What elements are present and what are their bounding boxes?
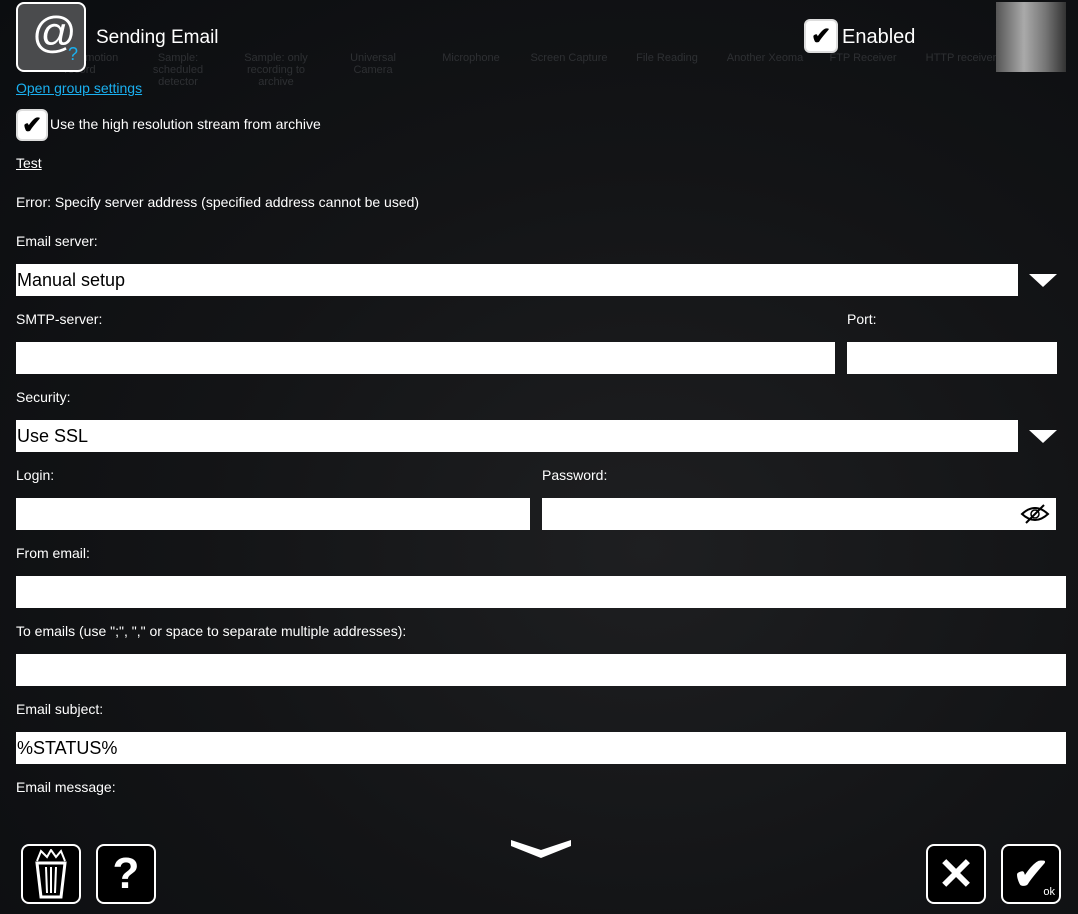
security-label: Security: — [16, 389, 71, 405]
to-emails-label: To emails (use ";", "," or space to sepa… — [16, 623, 407, 639]
scroll-down-chevron-icon[interactable] — [509, 836, 573, 860]
ghost-module: Sample: scheduled detector — [152, 52, 204, 88]
port-label: Port: — [847, 311, 877, 327]
ghost-module: Sample: only recording to archive — [244, 52, 308, 88]
module-title: Sending Email — [96, 27, 219, 48]
ghost-module: File Reading — [636, 52, 698, 64]
smtp-server-input[interactable] — [16, 342, 835, 374]
ghost-module: FTP Receiver — [829, 52, 897, 64]
help-button[interactable]: ? — [96, 844, 156, 904]
login-label: Login: — [16, 467, 55, 483]
to-emails-input[interactable] — [16, 654, 1066, 686]
password-input[interactable] — [542, 498, 1056, 530]
test-link[interactable]: Test — [16, 155, 42, 171]
email-subject-input[interactable]: %STATUS% — [16, 732, 1066, 764]
ok-button[interactable]: ✔ ok — [1001, 844, 1061, 904]
from-email-input[interactable] — [16, 576, 1066, 608]
eye-slash-icon[interactable] — [1020, 503, 1050, 525]
ghost-module: Microphone — [442, 52, 500, 64]
question-icon: ? — [112, 849, 140, 898]
password-label: Password: — [542, 467, 608, 483]
high-res-checkbox[interactable]: ✔ — [16, 109, 48, 141]
ghost-module: Universal Camera — [350, 52, 396, 76]
email-subject-label: Email subject: — [16, 701, 104, 717]
chevron-down-icon[interactable] — [1029, 430, 1057, 443]
ghost-module: HTTP receiver — [925, 52, 997, 64]
port-input[interactable] — [847, 342, 1057, 374]
security-select[interactable]: Use SSL — [16, 420, 1018, 452]
high-res-label: Use the high resolution stream from arch… — [50, 116, 321, 132]
from-email-label: From email: — [16, 545, 90, 561]
delete-button[interactable] — [21, 844, 81, 904]
close-icon: ✕ — [937, 849, 975, 899]
enabled-checkbox[interactable]: ✔ — [804, 19, 838, 53]
cancel-button[interactable]: ✕ — [926, 844, 986, 904]
enabled-label: Enabled — [842, 26, 916, 48]
ok-label: ok — [1043, 886, 1055, 898]
login-input[interactable] — [16, 498, 530, 530]
error-message: Error: Specify server address (specified… — [16, 194, 420, 210]
trash-icon — [35, 849, 67, 899]
chevron-down-icon[interactable] — [1029, 274, 1057, 287]
email-module-icon: @ ? — [16, 2, 86, 72]
smtp-label: SMTP-server: — [16, 311, 103, 327]
email-message-label: Email message: — [16, 779, 116, 795]
email-server-label: Email server: — [16, 233, 98, 249]
ghost-module: Screen Capture — [530, 52, 608, 64]
email-server-select[interactable]: Manual setup — [16, 264, 1018, 296]
ghost-module: Another Xeoma — [726, 52, 804, 64]
open-group-settings-link[interactable]: Open group settings — [16, 80, 142, 96]
camera-preview-thumbnail[interactable] — [996, 2, 1066, 72]
background — [0, 0, 1078, 914]
